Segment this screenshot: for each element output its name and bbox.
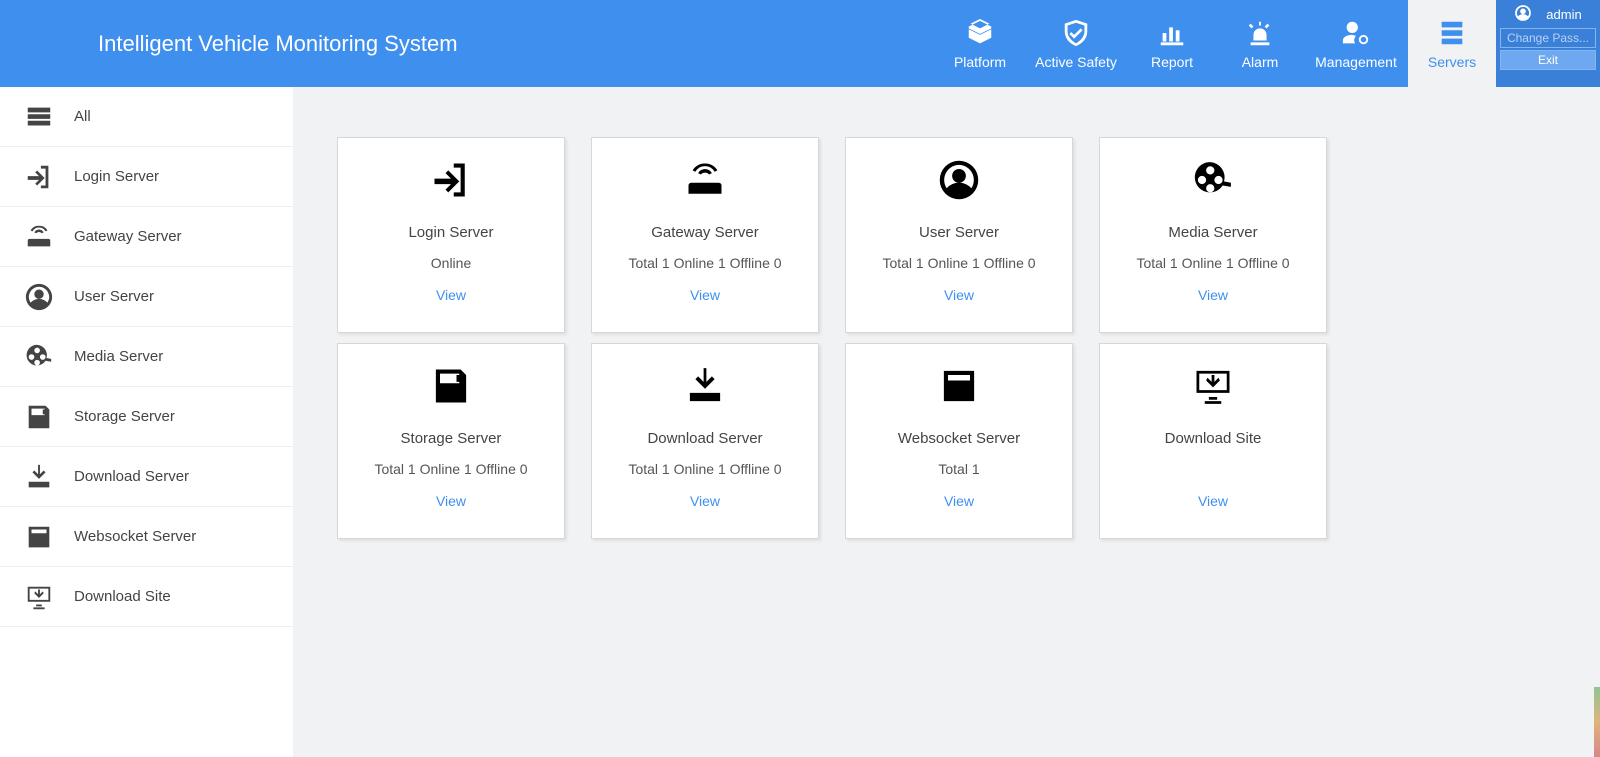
card-storage-server: Storage Server Total 1 Online 1 Offline … xyxy=(337,343,565,539)
card-title: Storage Server xyxy=(401,430,502,447)
nav-report-label: Report xyxy=(1151,54,1193,70)
card-status: Total 1 Online 1 Offline 0 xyxy=(1136,255,1289,273)
card-websocket-server: Websocket Server Total 1 View xyxy=(845,343,1073,539)
nav-alarm[interactable]: Alarm xyxy=(1216,0,1304,87)
film-reel-icon xyxy=(1191,156,1235,204)
user-gear-icon xyxy=(1341,18,1371,48)
sidebar-item-storage[interactable]: Storage Server xyxy=(0,387,293,447)
sidebar-item-label: Download Site xyxy=(74,588,171,605)
sidebar: All Login Server Gateway Server User Ser… xyxy=(0,87,293,757)
sidebar-item-gateway[interactable]: Gateway Server xyxy=(0,207,293,267)
sidebar-item-user[interactable]: User Server xyxy=(0,267,293,327)
card-status: Total 1 Online 1 Offline 0 xyxy=(628,255,781,273)
server-rack-icon xyxy=(1437,18,1467,48)
user-avatar-icon xyxy=(1514,4,1532,25)
username-label: admin xyxy=(1546,7,1581,22)
card-gateway-server: Gateway Server Total 1 Online 1 Offline … xyxy=(591,137,819,333)
change-password-button[interactable]: Change Pass... xyxy=(1500,28,1596,48)
sidebar-item-label: Media Server xyxy=(74,348,163,365)
top-nav: Platform Active Safety Report Alarm Mana… xyxy=(936,0,1496,87)
card-title: Login Server xyxy=(408,224,493,241)
sidebar-item-label: Websocket Server xyxy=(74,528,196,545)
exit-button[interactable]: Exit xyxy=(1500,50,1596,70)
app-title: Intelligent Vehicle Monitoring System xyxy=(0,0,458,87)
sidebar-item-label: Download Server xyxy=(74,468,189,485)
router-icon xyxy=(22,220,56,254)
server-card-grid: Login Server Online View Gateway Server … xyxy=(337,137,1556,539)
all-servers-icon xyxy=(22,100,56,134)
router-icon xyxy=(683,156,727,204)
view-link[interactable]: View xyxy=(944,493,974,509)
scroll-indicator xyxy=(1594,687,1600,757)
nav-servers[interactable]: Servers xyxy=(1408,0,1496,87)
cube-icon xyxy=(965,18,995,48)
main-content: Login Server Online View Gateway Server … xyxy=(293,87,1600,757)
view-link[interactable]: View xyxy=(1198,287,1228,303)
body-layout: All Login Server Gateway Server User Ser… xyxy=(0,87,1600,757)
sidebar-item-download-site[interactable]: Download Site xyxy=(0,567,293,627)
card-user-server: User Server Total 1 Online 1 Offline 0 V… xyxy=(845,137,1073,333)
login-arrow-icon xyxy=(22,160,56,194)
card-download-site: Download Site View xyxy=(1099,343,1327,539)
view-link[interactable]: View xyxy=(436,287,466,303)
card-status: Total 1 Online 1 Offline 0 xyxy=(628,461,781,479)
download-monitor-icon xyxy=(22,580,56,614)
download-tray-icon xyxy=(22,460,56,494)
card-status: Total 1 Online 1 Offline 0 xyxy=(882,255,1035,273)
nav-active-safety-label: Active Safety xyxy=(1035,54,1117,70)
save-disk-icon xyxy=(429,362,473,410)
card-title: Media Server xyxy=(1168,224,1257,241)
nav-management[interactable]: Management xyxy=(1304,0,1408,87)
user-panel: admin Change Pass... Exit xyxy=(1496,0,1600,87)
user-circle-icon xyxy=(22,280,56,314)
view-link[interactable]: View xyxy=(944,287,974,303)
list-card-icon xyxy=(22,520,56,554)
save-disk-icon xyxy=(22,400,56,434)
nav-alarm-label: Alarm xyxy=(1242,54,1279,70)
app-header: Intelligent Vehicle Monitoring System Pl… xyxy=(0,0,1600,87)
film-reel-icon xyxy=(22,340,56,374)
card-title: Download Site xyxy=(1165,430,1262,447)
view-link[interactable]: View xyxy=(1198,493,1228,509)
sidebar-item-all[interactable]: All xyxy=(0,87,293,147)
nav-report[interactable]: Report xyxy=(1128,0,1216,87)
download-monitor-icon xyxy=(1191,362,1235,410)
card-status: Total 1 xyxy=(938,461,979,479)
sidebar-item-websocket[interactable]: Websocket Server xyxy=(0,507,293,567)
view-link[interactable]: View xyxy=(436,493,466,509)
sidebar-item-login[interactable]: Login Server xyxy=(0,147,293,207)
card-title: Gateway Server xyxy=(651,224,759,241)
view-link[interactable]: View xyxy=(690,287,720,303)
sidebar-item-label: Gateway Server xyxy=(74,228,182,245)
download-tray-icon xyxy=(683,362,727,410)
sidebar-item-label: User Server xyxy=(74,288,154,305)
sidebar-item-label: Login Server xyxy=(74,168,159,185)
card-title: User Server xyxy=(919,224,999,241)
nav-active-safety[interactable]: Active Safety xyxy=(1024,0,1128,87)
sidebar-item-download[interactable]: Download Server xyxy=(0,447,293,507)
alarm-light-icon xyxy=(1245,18,1275,48)
card-title: Websocket Server xyxy=(898,430,1020,447)
card-media-server: Media Server Total 1 Online 1 Offline 0 … xyxy=(1099,137,1327,333)
sidebar-item-label: All xyxy=(74,108,91,125)
list-card-icon xyxy=(937,362,981,410)
user-circle-icon xyxy=(937,156,981,204)
nav-platform-label: Platform xyxy=(954,54,1006,70)
nav-servers-label: Servers xyxy=(1428,54,1476,70)
view-link[interactable]: View xyxy=(690,493,720,509)
nav-platform[interactable]: Platform xyxy=(936,0,1024,87)
sidebar-item-label: Storage Server xyxy=(74,408,175,425)
card-status: Online xyxy=(431,255,471,273)
bar-chart-icon xyxy=(1157,18,1187,48)
login-arrow-icon xyxy=(429,156,473,204)
shield-check-icon xyxy=(1061,18,1091,48)
card-status: Total 1 Online 1 Offline 0 xyxy=(374,461,527,479)
sidebar-item-media[interactable]: Media Server xyxy=(0,327,293,387)
card-title: Download Server xyxy=(647,430,762,447)
card-download-server: Download Server Total 1 Online 1 Offline… xyxy=(591,343,819,539)
nav-management-label: Management xyxy=(1315,54,1397,70)
user-row[interactable]: admin xyxy=(1500,2,1596,26)
card-login-server: Login Server Online View xyxy=(337,137,565,333)
